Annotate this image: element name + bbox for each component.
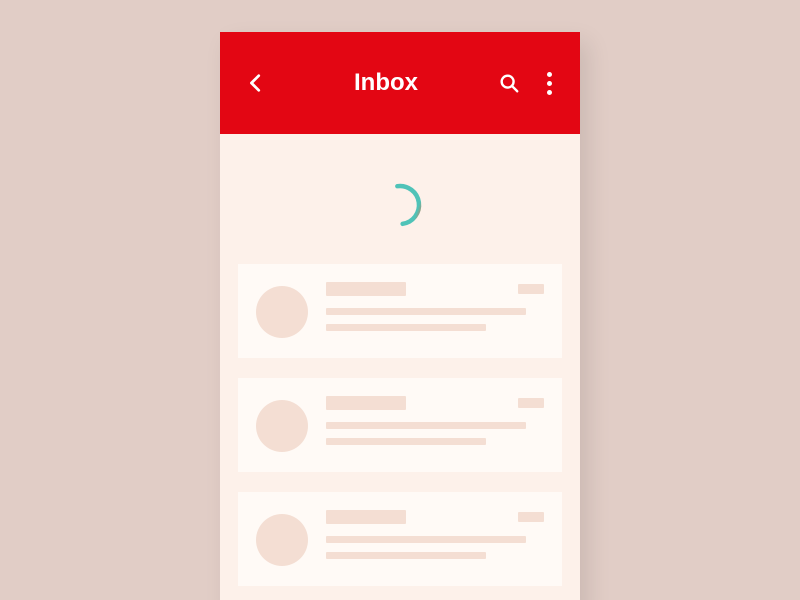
back-button[interactable] <box>242 69 270 97</box>
avatar <box>256 400 308 452</box>
spinner-icon <box>375 180 425 230</box>
preview-line-placeholder <box>326 324 486 331</box>
phone-frame: Inbox <box>220 32 580 600</box>
preview-line-placeholder <box>326 438 486 445</box>
list-item-body <box>326 282 544 331</box>
back-chevron-icon <box>245 72 267 94</box>
more-button[interactable] <box>536 70 562 96</box>
inbox-list <box>238 264 562 586</box>
preview-line-placeholder <box>326 308 526 315</box>
list-item[interactable] <box>238 492 562 586</box>
list-item-body <box>326 396 544 445</box>
list-item[interactable] <box>238 264 562 358</box>
list-item[interactable] <box>238 378 562 472</box>
search-icon <box>498 72 520 94</box>
sender-placeholder <box>326 282 406 296</box>
header-actions <box>496 70 562 96</box>
preview-line-placeholder <box>326 536 526 543</box>
time-placeholder <box>518 398 544 408</box>
avatar <box>256 514 308 566</box>
content-area <box>220 134 580 586</box>
sender-placeholder <box>326 396 406 410</box>
preview-line-placeholder <box>326 422 526 429</box>
time-placeholder <box>518 284 544 294</box>
avatar <box>256 286 308 338</box>
preview-line-placeholder <box>326 552 486 559</box>
pull-to-refresh-loader <box>238 160 562 250</box>
page-title: Inbox <box>276 69 496 97</box>
more-vertical-icon <box>547 72 552 95</box>
app-header: Inbox <box>220 32 580 134</box>
list-item-body <box>326 510 544 559</box>
search-button[interactable] <box>496 70 522 96</box>
time-placeholder <box>518 512 544 522</box>
sender-placeholder <box>326 510 406 524</box>
